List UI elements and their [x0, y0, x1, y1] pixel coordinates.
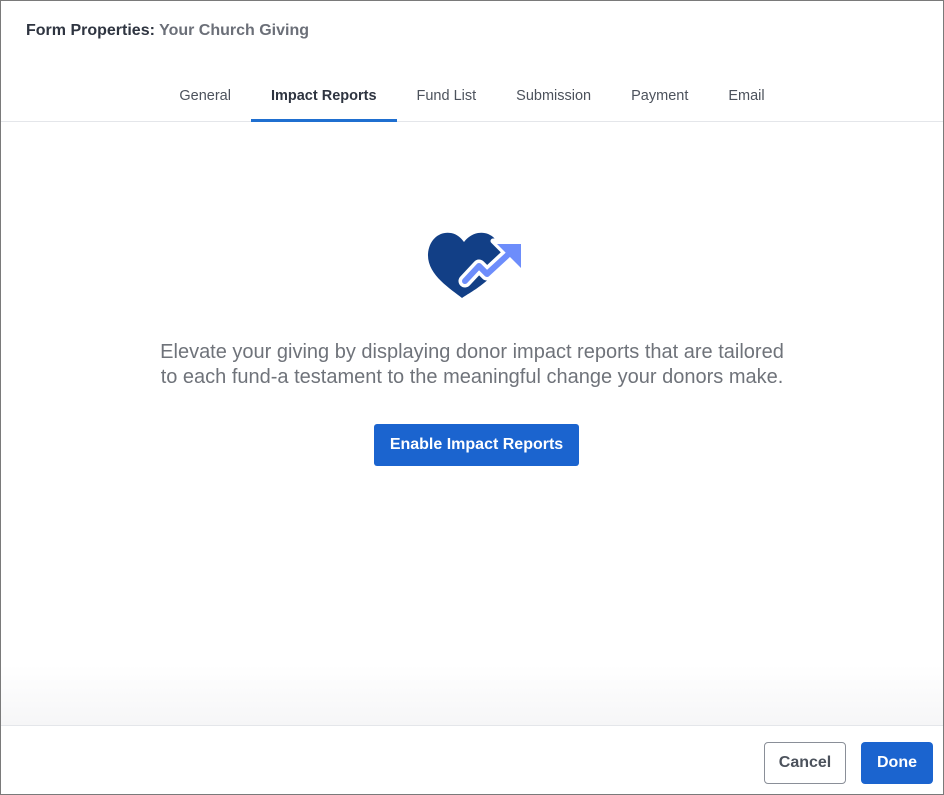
form-name: Your Church Giving: [159, 22, 310, 39]
description-line-1: Elevate your giving by displaying donor …: [160, 341, 784, 363]
done-button[interactable]: Done: [861, 742, 933, 784]
tab-submission[interactable]: Submission: [496, 71, 611, 121]
tab-email[interactable]: Email: [708, 71, 784, 121]
heart-trend-up-icon: [427, 232, 526, 298]
form-properties-dialog: Form Properties: Your Church Giving Gene…: [0, 0, 944, 795]
dialog-title-label: Form Properties:: [26, 22, 155, 39]
impact-reports-description: Elevate your giving by displaying donor …: [1, 340, 943, 390]
impact-reports-panel: Elevate your giving by displaying donor …: [1, 122, 943, 725]
dialog-footer: Cancel Done: [1, 725, 943, 794]
description-line-2: to each fund-a testament to the meaningf…: [160, 366, 784, 388]
tab-general[interactable]: General: [159, 71, 251, 121]
tab-payment[interactable]: Payment: [611, 71, 708, 121]
cancel-button[interactable]: Cancel: [764, 742, 846, 784]
tab-impact-reports[interactable]: Impact Reports: [250, 71, 397, 122]
tab-bar: General Impact Reports Fund List Submiss…: [1, 71, 943, 122]
tab-fund-list[interactable]: Fund List: [397, 71, 497, 121]
dialog-header: Form Properties: Your Church Giving: [1, 1, 943, 63]
enable-impact-reports-button[interactable]: Enable Impact Reports: [374, 424, 579, 466]
